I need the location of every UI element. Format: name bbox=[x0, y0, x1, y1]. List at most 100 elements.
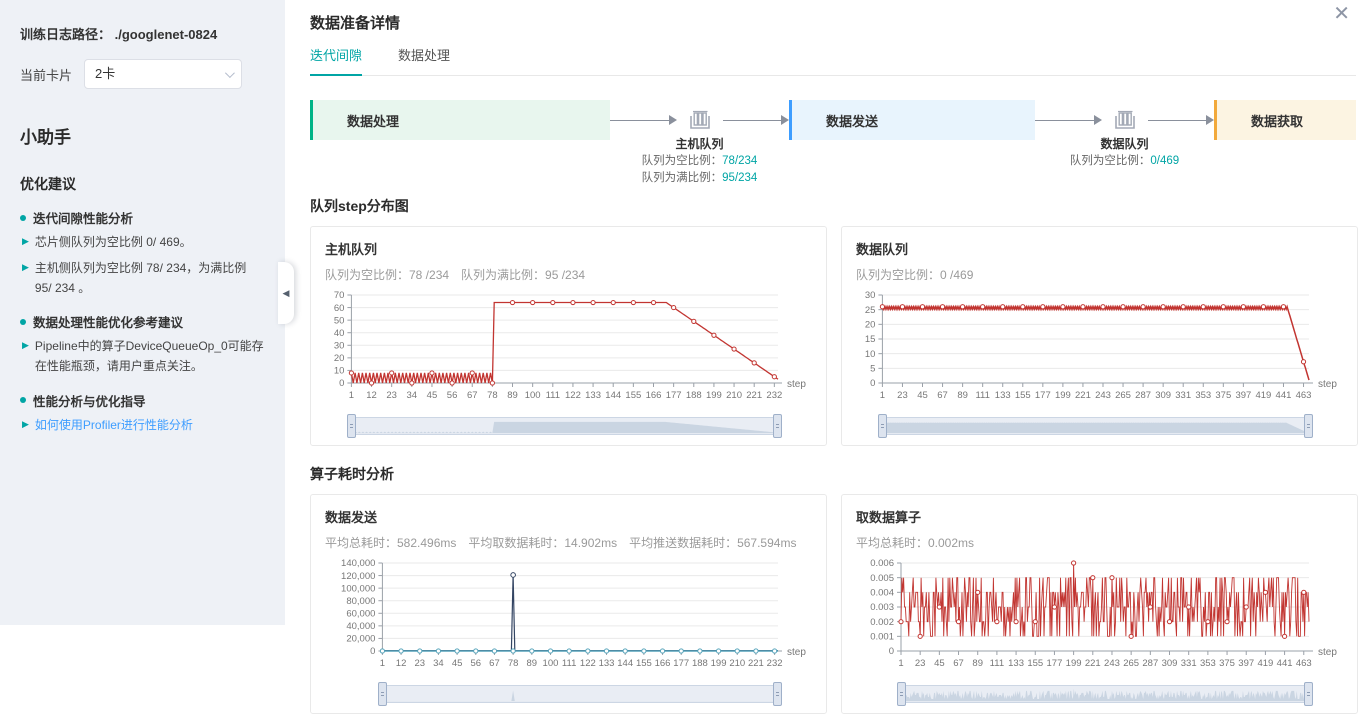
svg-text:199: 199 bbox=[711, 658, 727, 669]
datazoom-slider[interactable] bbox=[351, 417, 778, 435]
datazoom-handle-left[interactable] bbox=[878, 414, 887, 438]
svg-text:199: 199 bbox=[1055, 390, 1071, 401]
svg-text:243: 243 bbox=[1095, 390, 1111, 401]
data-queue-info: 数据队列 队列为空比例：0/469 bbox=[1010, 135, 1240, 170]
profiler-help-link[interactable]: ▶如何使用Profiler进行性能分析 bbox=[22, 416, 265, 436]
triangle-bullet-icon: ▶ bbox=[22, 416, 29, 436]
fetch-op-chart-card: 取数据算子 平均总耗时：0.002ms 00.0010.0020.0030.00… bbox=[841, 494, 1358, 714]
tab-data-processing[interactable]: 数据处理 bbox=[398, 45, 450, 75]
close-icon[interactable]: ✕ bbox=[1333, 4, 1350, 24]
flow-arrow-icon bbox=[781, 115, 789, 125]
section-title-queue-step: 队列step分布图 bbox=[310, 196, 1356, 216]
datazoom-slider[interactable] bbox=[882, 417, 1309, 435]
svg-text:232: 232 bbox=[767, 658, 783, 669]
svg-text:23: 23 bbox=[386, 390, 397, 401]
train-log-path-value: ./googlenet-0824 bbox=[115, 27, 218, 42]
chart-canvas[interactable]: 0102030405060701122334455667788910011112… bbox=[325, 289, 812, 405]
svg-text:30: 30 bbox=[334, 340, 345, 351]
svg-text:177: 177 bbox=[673, 658, 689, 669]
bullet-dot-icon bbox=[20, 319, 26, 325]
svg-text:23: 23 bbox=[915, 658, 926, 669]
data-queue-chart[interactable]: 0510152025301234567891111331551771992212… bbox=[856, 289, 1343, 435]
card-stats: 队列为空比例：78 /234 队列为满比例：95 /234 bbox=[325, 266, 812, 283]
svg-text:0.002: 0.002 bbox=[870, 617, 894, 628]
flow-connector: 主机队列 队列为空比例：78/234 队列为满比例：95/234 bbox=[610, 109, 789, 131]
svg-text:177: 177 bbox=[666, 390, 682, 401]
svg-text:133: 133 bbox=[1008, 658, 1024, 669]
svg-text:463: 463 bbox=[1296, 658, 1312, 669]
card-title: 数据队列 bbox=[856, 239, 1343, 258]
svg-text:199: 199 bbox=[1066, 658, 1082, 669]
svg-text:309: 309 bbox=[1155, 390, 1171, 401]
svg-text:111: 111 bbox=[990, 658, 1004, 669]
datazoom-handle-left[interactable] bbox=[347, 414, 356, 438]
svg-text:155: 155 bbox=[625, 390, 641, 401]
triangle-bullet-icon: ▶ bbox=[22, 259, 29, 299]
svg-text:34: 34 bbox=[433, 658, 444, 669]
section-title-op-time: 算子耗时分析 bbox=[310, 464, 1356, 484]
datazoom-handle-left[interactable] bbox=[897, 682, 906, 706]
svg-text:10: 10 bbox=[865, 349, 876, 360]
svg-text:1: 1 bbox=[880, 390, 885, 401]
chart-canvas[interactable]: 020,00040,00060,00080,000100,000120,0001… bbox=[325, 557, 812, 673]
svg-text:50: 50 bbox=[334, 315, 345, 326]
queue-empty-ratio: 0/469 bbox=[1150, 155, 1179, 167]
suggestion-group-title: 迭代间隙性能分析 bbox=[33, 208, 133, 227]
card-select-label: 当前卡片 bbox=[20, 65, 72, 84]
svg-text:67: 67 bbox=[489, 658, 500, 669]
svg-text:20: 20 bbox=[865, 320, 876, 331]
svg-text:34: 34 bbox=[407, 390, 418, 401]
queue-icon bbox=[1112, 109, 1138, 131]
svg-text:375: 375 bbox=[1219, 658, 1235, 669]
datazoom-handle-right[interactable] bbox=[773, 414, 782, 438]
flow-stage-data-send: 数据发送 bbox=[789, 100, 1035, 140]
datazoom-mini-chart bbox=[902, 687, 1308, 702]
svg-text:155: 155 bbox=[1015, 390, 1031, 401]
svg-text:0.001: 0.001 bbox=[870, 632, 894, 643]
card-title: 数据发送 bbox=[325, 507, 812, 526]
svg-text:89: 89 bbox=[957, 390, 968, 401]
svg-text:210: 210 bbox=[729, 658, 745, 669]
card-stats: 队列为空比例：0 /469 bbox=[856, 266, 1343, 283]
svg-text:40: 40 bbox=[334, 328, 345, 339]
svg-text:45: 45 bbox=[427, 390, 438, 401]
datazoom-handle-right[interactable] bbox=[1304, 414, 1313, 438]
host-queue-chart[interactable]: 0102030405060701122334455667788910011112… bbox=[325, 289, 812, 435]
suggestion-group: 性能分析与优化指导 ▶如何使用Profiler进行性能分析 bbox=[20, 391, 265, 436]
chart-canvas[interactable]: 0510152025301234567891111331551771992212… bbox=[856, 289, 1343, 405]
svg-text:441: 441 bbox=[1276, 390, 1292, 401]
flow-line bbox=[610, 120, 669, 121]
svg-text:0: 0 bbox=[339, 378, 344, 389]
svg-text:89: 89 bbox=[527, 658, 538, 669]
datazoom-handle-right[interactable] bbox=[1304, 682, 1313, 706]
svg-text:25: 25 bbox=[865, 305, 876, 316]
data-queue-chart-card: 数据队列 队列为空比例：0 /469 051015202530123456789… bbox=[841, 226, 1358, 446]
svg-text:20,000: 20,000 bbox=[346, 634, 375, 645]
card-select-dropdown[interactable]: 2卡 bbox=[84, 59, 242, 89]
datazoom-slider[interactable] bbox=[382, 685, 778, 703]
svg-text:287: 287 bbox=[1135, 390, 1151, 401]
flow-arrow-icon bbox=[1206, 115, 1214, 125]
svg-text:232: 232 bbox=[766, 390, 782, 401]
svg-text:0.004: 0.004 bbox=[870, 588, 894, 599]
suggestion-item: ▶主机侧队列为空比例 78/ 234，为满比例 95/ 234 。 bbox=[22, 259, 265, 299]
svg-text:89: 89 bbox=[507, 390, 518, 401]
sidebar-collapse-handle[interactable]: ◀ bbox=[278, 262, 294, 324]
suggestion-group: 数据处理性能优化参考建议 ▶Pipeline中的算子DeviceQueueOp_… bbox=[20, 312, 265, 377]
train-log-path: 训练日志路径： ./googlenet-0824 bbox=[20, 24, 265, 43]
datazoom-slider[interactable] bbox=[901, 685, 1309, 703]
data-send-chart-card: 数据发送 平均总耗时：582.496ms 平均取数据耗时：14.902ms 平均… bbox=[310, 494, 827, 714]
datazoom-handle-right[interactable] bbox=[773, 682, 782, 706]
tab-iteration-gap[interactable]: 迭代间隙 bbox=[310, 45, 362, 76]
svg-text:210: 210 bbox=[726, 390, 742, 401]
fetch-op-chart[interactable]: 00.0010.0020.0030.0040.0050.006123456789… bbox=[856, 557, 1343, 703]
queue-name: 主机队列 bbox=[585, 135, 815, 153]
svg-text:100,000: 100,000 bbox=[341, 583, 375, 594]
svg-text:188: 188 bbox=[692, 658, 708, 669]
svg-text:419: 419 bbox=[1257, 658, 1273, 669]
datazoom-handle-left[interactable] bbox=[378, 682, 387, 706]
chart-canvas[interactable]: 00.0010.0020.0030.0040.0050.006123456789… bbox=[856, 557, 1343, 673]
data-send-chart[interactable]: 020,00040,00060,00080,000100,000120,0001… bbox=[325, 557, 812, 703]
svg-text:1: 1 bbox=[380, 658, 385, 669]
svg-text:15: 15 bbox=[865, 334, 876, 345]
